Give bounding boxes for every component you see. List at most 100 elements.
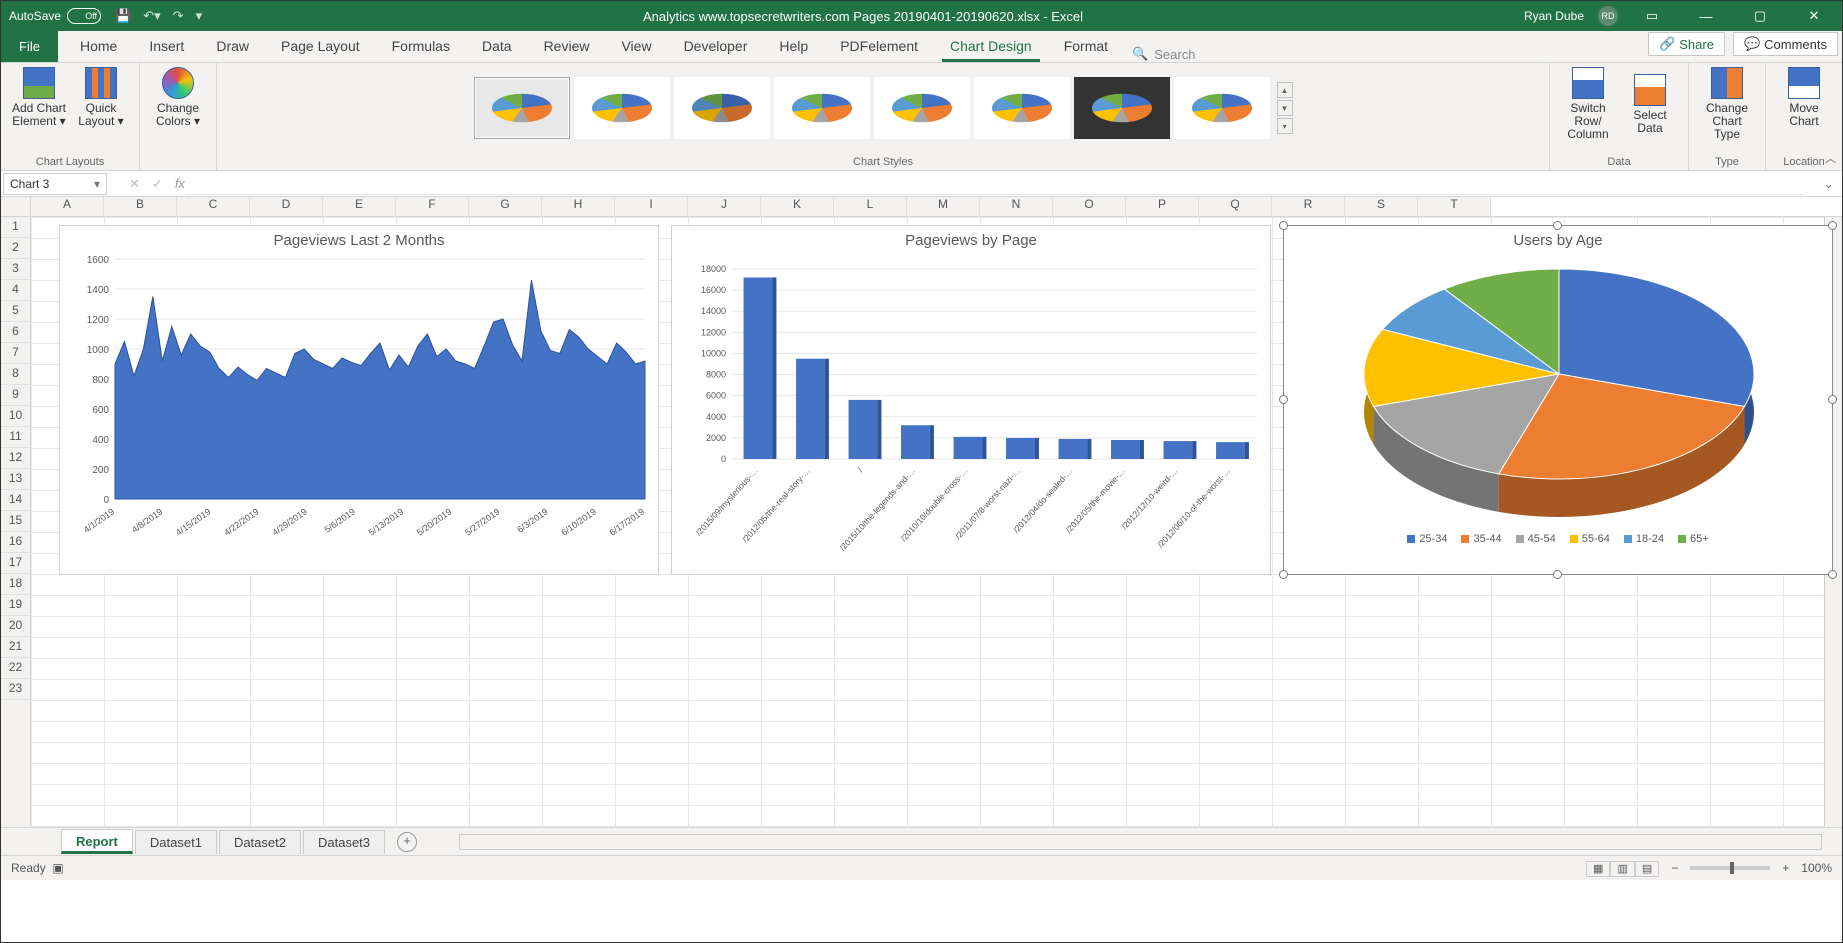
maximize-icon[interactable]: ▢: [1740, 8, 1780, 24]
row-header[interactable]: 18: [1, 574, 30, 595]
style-thumb-8[interactable]: [1174, 77, 1270, 139]
style-thumb-5[interactable]: [874, 77, 970, 139]
undo-icon[interactable]: ↶▾: [143, 8, 160, 24]
tab-page-layout[interactable]: Page Layout: [265, 32, 376, 62]
tab-help[interactable]: Help: [763, 32, 824, 62]
sheet-tab-dataset3[interactable]: Dataset3: [303, 830, 385, 854]
row-header[interactable]: 19: [1, 595, 30, 616]
quick-layout-button[interactable]: Quick Layout ▾: [73, 67, 129, 128]
tab-chart-design[interactable]: Chart Design: [934, 32, 1048, 62]
row-header[interactable]: 6: [1, 322, 30, 343]
tab-insert[interactable]: Insert: [133, 32, 200, 62]
save-icon[interactable]: 💾: [115, 8, 131, 24]
sheet-tab-dataset2[interactable]: Dataset2: [219, 830, 301, 854]
zoom-in-button[interactable]: +: [1782, 861, 1789, 875]
row-header[interactable]: 5: [1, 301, 30, 322]
column-header[interactable]: S: [1345, 197, 1418, 216]
search-box[interactable]: 🔍 Search: [1132, 46, 1195, 62]
tab-view[interactable]: View: [605, 32, 667, 62]
minimize-icon[interactable]: —: [1686, 9, 1726, 24]
style-thumb-6[interactable]: [974, 77, 1070, 139]
sheet-tab-report[interactable]: Report: [61, 829, 133, 854]
style-thumb-4[interactable]: [774, 77, 870, 139]
change-chart-type-button[interactable]: Change Chart Type: [1699, 67, 1755, 142]
redo-icon[interactable]: ↷: [173, 8, 184, 24]
column-header[interactable]: C: [177, 197, 250, 216]
column-header[interactable]: P: [1126, 197, 1199, 216]
column-header[interactable]: L: [834, 197, 907, 216]
column-header[interactable]: A: [31, 197, 104, 216]
style-thumb-1[interactable]: [474, 77, 570, 139]
add-sheet-button[interactable]: +: [397, 832, 417, 852]
avatar[interactable]: RD: [1598, 6, 1618, 26]
row-header[interactable]: 21: [1, 637, 30, 658]
expand-formula-icon[interactable]: ⌄: [1823, 176, 1842, 192]
tab-draw[interactable]: Draw: [200, 32, 265, 62]
cancel-formula-icon[interactable]: ✕: [129, 176, 140, 192]
select-all-corner[interactable]: [1, 197, 31, 216]
row-header[interactable]: 14: [1, 490, 30, 511]
row-header[interactable]: 7: [1, 343, 30, 364]
row-header[interactable]: 11: [1, 427, 30, 448]
formula-input[interactable]: [185, 173, 1803, 195]
column-header[interactable]: M: [907, 197, 980, 216]
collapse-ribbon-icon[interactable]: ︿: [1825, 150, 1836, 166]
ribbon-display-icon[interactable]: ▭: [1632, 8, 1672, 24]
row-header[interactable]: 9: [1, 385, 30, 406]
tab-formulas[interactable]: Formulas: [376, 32, 466, 62]
chart-users-by-age[interactable]: Users by Age 25-3435-4445-5455-6418-2465…: [1283, 225, 1833, 575]
row-header[interactable]: 3: [1, 259, 30, 280]
row-header[interactable]: 12: [1, 448, 30, 469]
column-header[interactable]: N: [980, 197, 1053, 216]
column-header[interactable]: O: [1053, 197, 1126, 216]
column-header[interactable]: R: [1272, 197, 1345, 216]
share-button[interactable]: 🔗 Share: [1648, 32, 1725, 56]
tab-developer[interactable]: Developer: [668, 32, 764, 62]
close-icon[interactable]: ✕: [1794, 8, 1834, 24]
column-header[interactable]: F: [396, 197, 469, 216]
column-header[interactable]: H: [542, 197, 615, 216]
styles-more-button[interactable]: ▲▼▾: [1277, 82, 1293, 134]
add-chart-element-button[interactable]: Add Chart Element ▾: [11, 67, 67, 128]
tab-format[interactable]: Format: [1048, 32, 1124, 62]
worksheet[interactable]: ABCDEFGHIJKLMNOPQRST 1234567891011121314…: [1, 197, 1842, 827]
column-header[interactable]: T: [1418, 197, 1491, 216]
column-header[interactable]: K: [761, 197, 834, 216]
enter-formula-icon[interactable]: ✓: [152, 176, 163, 192]
row-header[interactable]: 23: [1, 679, 30, 700]
zoom-level[interactable]: 100%: [1801, 861, 1832, 875]
tab-home[interactable]: Home: [64, 32, 133, 62]
zoom-out-button[interactable]: −: [1671, 861, 1678, 875]
select-data-button[interactable]: Select Data: [1622, 67, 1678, 142]
chart-styles-gallery[interactable]: ▲▼▾: [468, 67, 1299, 145]
macro-record-icon[interactable]: ▣: [52, 861, 63, 875]
row-header[interactable]: 20: [1, 616, 30, 637]
column-header[interactable]: D: [250, 197, 323, 216]
horizontal-scrollbar[interactable]: [459, 834, 1822, 850]
tab-data[interactable]: Data: [466, 32, 528, 62]
comments-button[interactable]: 💬 Comments: [1733, 32, 1838, 56]
cells-grid[interactable]: Pageviews Last 2 Months 0200400600800100…: [31, 217, 1824, 827]
row-header[interactable]: 4: [1, 280, 30, 301]
style-thumb-2[interactable]: [574, 77, 670, 139]
row-header[interactable]: 2: [1, 238, 30, 259]
row-header[interactable]: 22: [1, 658, 30, 679]
row-headers[interactable]: 1234567891011121314151617181920212223: [1, 217, 31, 827]
view-buttons[interactable]: ▦▥▤: [1586, 861, 1659, 875]
row-header[interactable]: 17: [1, 553, 30, 574]
column-header[interactable]: E: [323, 197, 396, 216]
row-header[interactable]: 16: [1, 532, 30, 553]
zoom-slider[interactable]: [1690, 866, 1770, 870]
switch-row-column-button[interactable]: Switch Row/ Column: [1560, 67, 1616, 142]
row-header[interactable]: 10: [1, 406, 30, 427]
row-header[interactable]: 13: [1, 469, 30, 490]
style-thumb-3[interactable]: [674, 77, 770, 139]
row-header[interactable]: 1: [1, 217, 30, 238]
style-thumb-7[interactable]: [1074, 77, 1170, 139]
change-colors-button[interactable]: Change Colors ▾: [150, 67, 206, 128]
tab-review[interactable]: Review: [528, 32, 606, 62]
chart-pageviews-by-page[interactable]: Pageviews by Page 0200040006000800010000…: [671, 225, 1271, 575]
column-headers[interactable]: ABCDEFGHIJKLMNOPQRST: [1, 197, 1842, 217]
name-box[interactable]: Chart 3▾: [3, 173, 107, 195]
column-header[interactable]: B: [104, 197, 177, 216]
